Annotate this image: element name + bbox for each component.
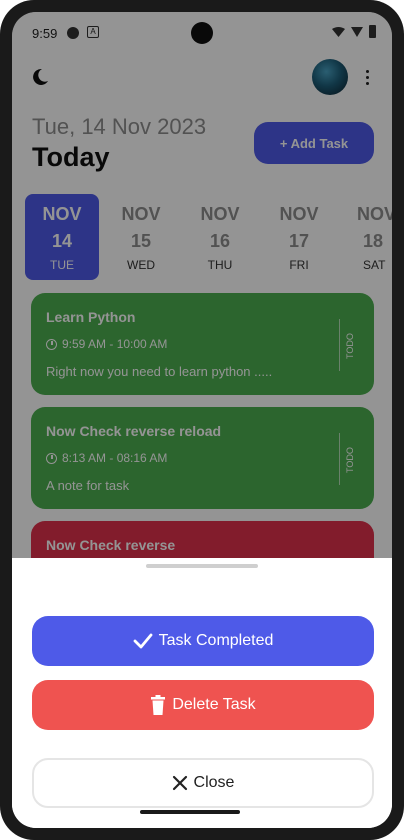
task-action-sheet: Task Completed Delete Task Close (12, 558, 392, 828)
check-icon (133, 633, 153, 649)
delete-task-button[interactable]: Delete Task (32, 680, 374, 730)
phone-frame: 9:59 A Tue, 14 Nov 2023 Today + Add Task… (0, 0, 404, 840)
home-indicator (140, 810, 240, 814)
task-completed-label: Task Completed (158, 632, 274, 649)
task-completed-button[interactable]: Task Completed (32, 616, 374, 666)
screen: 9:59 A Tue, 14 Nov 2023 Today + Add Task… (12, 12, 392, 828)
sheet-handle[interactable] (146, 564, 258, 568)
trash-icon (151, 695, 166, 715)
close-button[interactable]: Close (32, 758, 374, 808)
delete-task-label: Delete Task (172, 696, 256, 713)
close-label: Close (193, 774, 235, 791)
close-icon (172, 775, 187, 791)
modal-scrim[interactable] (12, 12, 392, 558)
